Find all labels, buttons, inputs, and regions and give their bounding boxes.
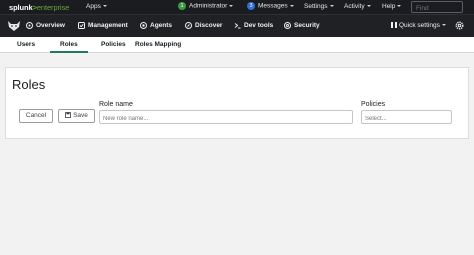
nav-management[interactable]: Management xyxy=(78,22,128,29)
nav-agents[interactable]: Agents xyxy=(140,22,172,29)
fox-logo-icon[interactable] xyxy=(7,20,21,32)
settings-menu[interactable]: Settings xyxy=(304,3,334,10)
security-tabs: Users Roles Policies Roles Mapping xyxy=(0,37,474,53)
role-name-label: Role name xyxy=(99,101,133,108)
save-icon xyxy=(65,112,71,119)
quick-settings-button[interactable]: Quick settings xyxy=(391,22,446,29)
chevron-down-icon xyxy=(366,5,371,8)
messages-menu[interactable]: 3 Messages xyxy=(247,2,294,10)
cancel-button[interactable]: Cancel xyxy=(19,109,53,123)
active-tab-indicator xyxy=(50,51,88,53)
activity-menu[interactable]: Activity xyxy=(344,3,371,10)
chevron-down-icon xyxy=(102,5,107,8)
nav-security[interactable]: Security xyxy=(284,22,320,29)
find-input[interactable] xyxy=(411,1,463,13)
admin-badge: 1 xyxy=(178,2,186,10)
grid-icon xyxy=(391,22,397,29)
terminal-icon xyxy=(234,23,241,29)
gear-icon[interactable] xyxy=(455,21,464,30)
help-menu[interactable]: Help xyxy=(382,3,402,10)
save-button[interactable]: Save xyxy=(58,109,95,123)
nav-dev-tools[interactable]: Dev tools xyxy=(234,22,273,29)
splunk-logo[interactable]: splunk>enterprise xyxy=(9,3,69,12)
security-icon xyxy=(284,22,291,29)
compass-icon xyxy=(185,22,192,29)
chevron-down-icon xyxy=(329,5,334,8)
apps-menu[interactable]: Apps xyxy=(86,3,107,10)
agents-icon xyxy=(140,22,147,29)
chevron-down-icon xyxy=(289,5,294,7)
chevron-down-icon xyxy=(229,5,234,7)
role-name-input[interactable] xyxy=(99,110,353,124)
roles-form-panel: Roles Cancel Save Role name Policies xyxy=(5,67,469,139)
chevron-down-icon xyxy=(441,24,446,27)
app-navigation-bar: Overview Management Agents Discover Dev … xyxy=(0,14,474,37)
page-title: Roles xyxy=(12,77,46,92)
policies-label: Policies xyxy=(361,101,386,108)
overview-icon xyxy=(26,22,33,29)
tab-roles[interactable]: Roles xyxy=(60,41,78,48)
messages-badge: 3 xyxy=(247,2,255,10)
nav-discover[interactable]: Discover xyxy=(185,22,222,29)
tab-roles-mapping[interactable]: Roles Mapping xyxy=(135,41,181,48)
splunk-topbar: splunk>enterprise Apps 1 Administrator 3M… xyxy=(0,0,474,14)
management-icon xyxy=(78,22,85,29)
chevron-down-icon xyxy=(397,5,402,8)
policies-select[interactable] xyxy=(361,110,452,124)
tab-policies[interactable]: Policies xyxy=(101,41,126,48)
administrator-menu[interactable]: 1 Administrator xyxy=(178,2,234,10)
nav-overview[interactable]: Overview xyxy=(26,22,65,29)
tab-users[interactable]: Users xyxy=(17,41,35,48)
